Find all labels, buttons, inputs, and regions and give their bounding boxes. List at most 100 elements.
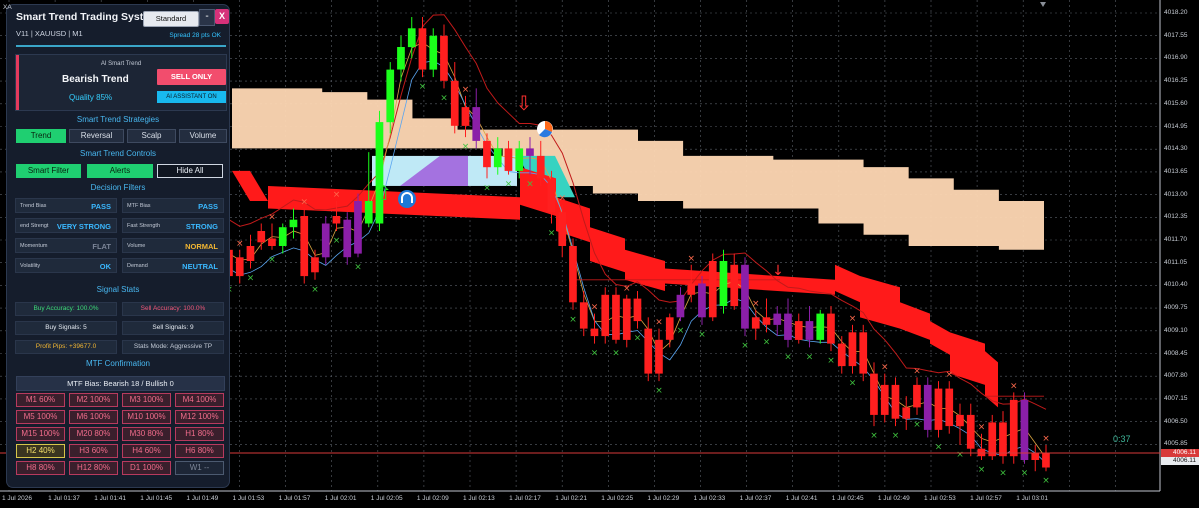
mtf-timeframe-button[interactable]: M10 100% bbox=[122, 410, 171, 424]
signal-cross-icon: × bbox=[268, 212, 276, 222]
controls-heading: Smart Trend Controls bbox=[79, 149, 157, 158]
signal-cross-icon: × bbox=[440, 93, 448, 103]
smart-filter-button[interactable]: Smart Filter bbox=[16, 164, 81, 178]
filter-label: MTF Bias bbox=[127, 203, 151, 209]
mtf-timeframe-button[interactable]: M20 80% bbox=[69, 427, 118, 441]
candle-body bbox=[461, 107, 470, 126]
mode-button[interactable]: Standard bbox=[143, 11, 199, 27]
signal-cross-icon: × bbox=[268, 255, 276, 265]
candle-body bbox=[343, 219, 352, 258]
filter-label: Fast Strength bbox=[127, 223, 161, 229]
candle-body bbox=[859, 332, 868, 374]
close-button[interactable]: X bbox=[215, 9, 229, 24]
candle-body bbox=[397, 47, 405, 70]
mtf-heading: MTF Confirmation bbox=[85, 359, 150, 368]
stats-heading: Signal Stats bbox=[96, 285, 140, 294]
strategy-scalp-button[interactable]: Scalp bbox=[127, 129, 176, 143]
sell-only-button[interactable]: SELL ONLY bbox=[157, 69, 226, 85]
strategies-heading: Smart Trend Strategies bbox=[76, 115, 160, 124]
signal-cross-icon: × bbox=[935, 442, 943, 452]
signal-cross-icon: × bbox=[569, 315, 577, 325]
candle-body bbox=[773, 313, 782, 325]
price-axis-label: 4012.35 bbox=[1164, 213, 1188, 221]
signal-cross-icon: × bbox=[462, 142, 470, 152]
hide-all-button[interactable]: Hide All bbox=[157, 164, 223, 178]
signal-cross-icon: × bbox=[526, 180, 534, 190]
filter-value: STRONG bbox=[185, 222, 218, 231]
candle-body bbox=[794, 321, 803, 340]
strategy-volume-button[interactable]: Volume bbox=[179, 129, 227, 143]
mtf-timeframe-button[interactable]: M2 100% bbox=[69, 393, 118, 407]
time-axis-label: 1 Jul 02:05 bbox=[370, 495, 403, 502]
candle-body bbox=[708, 261, 717, 318]
price-axis-label: 4007.15 bbox=[1164, 394, 1188, 402]
mtf-timeframe-button[interactable]: M5 100% bbox=[16, 410, 65, 424]
signal-cross-icon: × bbox=[999, 469, 1007, 479]
mtf-timeframe-button[interactable]: H2 40% bbox=[16, 444, 65, 458]
mtf-timeframe-button[interactable]: H8 80% bbox=[16, 461, 65, 475]
signal-cross-icon: × bbox=[978, 465, 986, 475]
signal-cross-icon: × bbox=[956, 450, 964, 460]
mtf-timeframe-button[interactable]: M4 100% bbox=[175, 393, 224, 407]
candle-body bbox=[300, 216, 309, 277]
candle-body bbox=[762, 317, 771, 325]
mtf-timeframe-button[interactable]: M15 100% bbox=[16, 427, 65, 441]
signal-cross-icon: × bbox=[677, 326, 685, 336]
time-axis-label: 1 Jul 01:41 bbox=[94, 495, 126, 502]
signal-cross-icon: × bbox=[827, 356, 835, 366]
candle-body bbox=[601, 294, 610, 337]
stat-cell: Sell Accuracy: 100.0% bbox=[122, 302, 224, 316]
filter-label: Demand bbox=[127, 263, 148, 269]
corner-label: XA bbox=[3, 4, 12, 11]
strategy-trend-button[interactable]: Trend bbox=[16, 129, 66, 143]
mtf-timeframe-button[interactable]: M1 60% bbox=[16, 393, 65, 407]
signal-cross-icon: × bbox=[591, 303, 599, 313]
mtf-timeframe-button[interactable]: H4 60% bbox=[122, 444, 171, 458]
price-axis-label: 4015.60 bbox=[1164, 99, 1188, 107]
mtf-timeframe-button[interactable]: M12 100% bbox=[175, 410, 224, 424]
candle-body bbox=[999, 422, 1007, 457]
signal-cross-icon: × bbox=[655, 318, 663, 328]
mtf-timeframe-button[interactable]: H12 80% bbox=[69, 461, 118, 475]
signal-cross-icon: × bbox=[849, 379, 857, 389]
filter-label: Volume bbox=[127, 243, 146, 249]
divider bbox=[16, 45, 226, 47]
mtf-timeframe-button[interactable]: H1 80% bbox=[175, 427, 224, 441]
signal-cross-icon: × bbox=[1010, 381, 1018, 391]
candle-body bbox=[1009, 399, 1018, 457]
signal-cross-icon: × bbox=[763, 337, 771, 347]
ai-assistant-button[interactable]: AI ASSISTANT ON bbox=[157, 91, 226, 103]
mtf-timeframe-button[interactable]: D1 100% bbox=[122, 461, 171, 475]
signal-cross-icon: × bbox=[483, 183, 491, 193]
buy-arrow-icon: ⇧ bbox=[376, 181, 393, 205]
candle-body bbox=[741, 264, 749, 329]
mtf-timeframe-button[interactable]: M6 100% bbox=[69, 410, 118, 424]
sell-arrow-icon: ↓ bbox=[772, 263, 784, 279]
mtf-timeframe-button[interactable]: H6 80% bbox=[175, 444, 224, 458]
signal-cross-icon: × bbox=[247, 274, 255, 284]
mtf-timeframe-button[interactable]: W1 -- bbox=[175, 461, 224, 475]
mtf-timeframe-button[interactable]: M30 80% bbox=[122, 427, 171, 441]
candle-body bbox=[375, 122, 384, 224]
price-axis-label: 4009.75 bbox=[1164, 304, 1188, 312]
filter-value: OK bbox=[99, 262, 111, 271]
minimize-button[interactable]: - bbox=[199, 9, 215, 26]
signal-cross-icon: × bbox=[892, 431, 900, 441]
signal-cross-icon: × bbox=[978, 423, 986, 433]
candle-body bbox=[687, 283, 696, 295]
candle-body bbox=[655, 339, 663, 374]
alerts-button[interactable]: Alerts bbox=[87, 164, 153, 178]
candle-body bbox=[579, 302, 588, 329]
mtf-timeframe-button[interactable]: H3 60% bbox=[69, 444, 118, 458]
mtf-timeframe-button[interactable]: M3 100% bbox=[122, 393, 171, 407]
time-axis-label: 1 Jul 02:01 bbox=[324, 495, 357, 502]
candle-body bbox=[945, 388, 954, 427]
filter-cell: Fast Strength STRONG bbox=[122, 218, 224, 233]
trend-box: AI Smart Trend Bearish Trend Quality 85%… bbox=[15, 54, 227, 111]
candle-body bbox=[504, 148, 513, 171]
filter-value: PASS bbox=[198, 202, 218, 211]
filter-label: Trend Bias bbox=[20, 203, 47, 209]
filter-cell: Demand NEUTRAL bbox=[122, 258, 224, 273]
strategy-reversal-button[interactable]: Reversal bbox=[69, 129, 124, 143]
bid-price-label: 4006.11 bbox=[1161, 457, 1199, 465]
